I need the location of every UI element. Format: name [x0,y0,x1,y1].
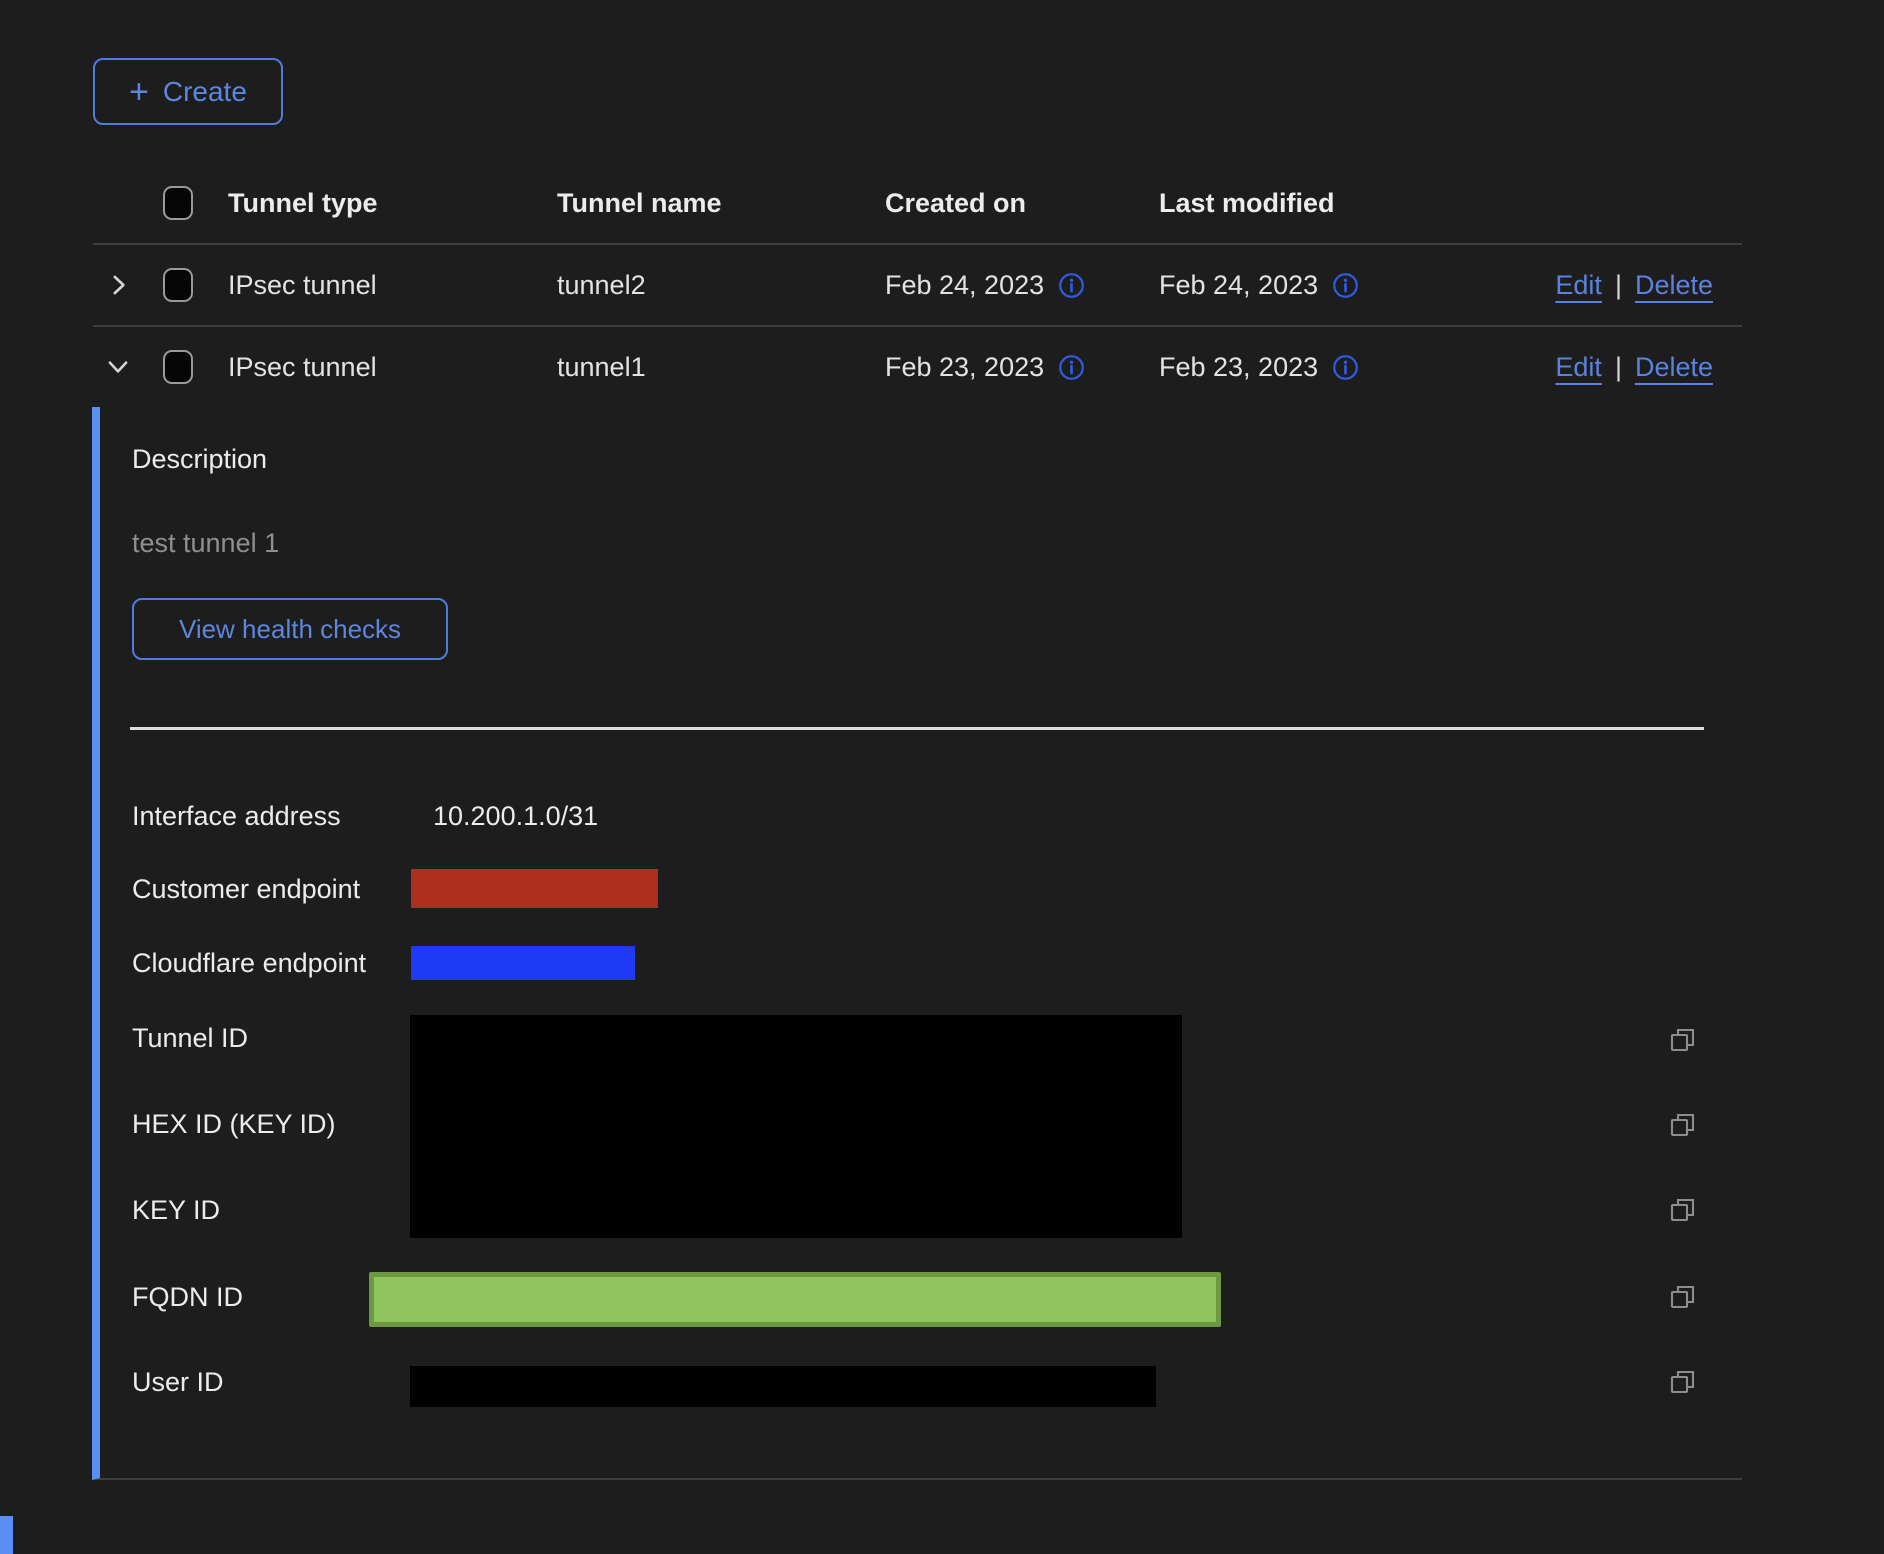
tunnel-type-cell: IPsec tunnel [228,270,557,301]
customer-endpoint-redacted-value [411,869,658,908]
cloudflare-endpoint-redacted-value [411,946,635,980]
select-all-checkbox[interactable] [163,186,193,220]
ids-redacted-value-block [410,1015,1182,1238]
header-last-modified: Last modified [1159,188,1459,219]
create-button-label: Create [163,76,247,108]
tunnel-details-panel: Description test tunnel 1 View health ch… [92,407,1742,1480]
customer-endpoint-label: Customer endpoint [132,873,360,905]
user-id-redacted-value [410,1366,1156,1407]
interface-address-label: Interface address [132,800,341,832]
action-separator: | [1615,270,1622,301]
chevron-down-icon[interactable] [105,354,131,380]
user-id-label: User ID [132,1366,224,1398]
tunnels-table: Tunnel type Tunnel name Created on Last … [93,163,1742,407]
table-header-row: Tunnel type Tunnel name Created on Last … [93,163,1742,245]
action-separator: | [1615,352,1622,383]
chevron-right-icon[interactable] [105,272,131,298]
tunnel-name-cell: tunnel2 [557,270,885,301]
description-label: Description [132,443,267,475]
hex-id-label: HEX ID (KEY ID) [132,1108,336,1140]
edit-link[interactable]: Edit [1555,270,1602,301]
header-tunnel-name: Tunnel name [557,188,885,219]
fqdn-id-label: FQDN ID [132,1281,243,1313]
copy-tunnel-id-icon[interactable] [1668,1026,1698,1056]
tunnel-type-cell: IPsec tunnel [228,352,557,383]
last-modified-value: Feb 23, 2023 [1159,352,1318,383]
table-row-tunnel1: IPsec tunnel tunnel1 Feb 23, 2023 Feb 23… [93,327,1742,407]
info-icon[interactable] [1332,354,1359,381]
header-created-on: Created on [885,188,1159,219]
info-icon[interactable] [1058,354,1085,381]
delete-link[interactable]: Delete [1635,352,1713,383]
interface-address-value: 10.200.1.0/31 [433,800,598,832]
copy-user-id-icon[interactable] [1668,1368,1698,1398]
row-checkbox[interactable] [163,268,193,302]
copy-key-id-icon[interactable] [1668,1196,1698,1226]
last-modified-value: Feb 24, 2023 [1159,270,1318,301]
delete-link[interactable]: Delete [1635,270,1713,301]
info-icon[interactable] [1332,272,1359,299]
create-button[interactable]: + Create [93,58,283,125]
section-divider [130,727,1704,730]
cloudflare-endpoint-label: Cloudflare endpoint [132,947,366,979]
header-tunnel-type: Tunnel type [228,188,557,219]
bottom-left-accent [0,1516,13,1554]
copy-fqdn-id-icon[interactable] [1668,1283,1698,1313]
key-id-label: KEY ID [132,1194,220,1226]
row-checkbox[interactable] [163,350,193,384]
copy-hex-id-icon[interactable] [1668,1111,1698,1141]
plus-icon: + [129,75,149,109]
info-icon[interactable] [1058,272,1085,299]
view-health-checks-button[interactable]: View health checks [132,598,448,660]
fqdn-id-redacted-value [369,1272,1221,1327]
tunnel-name-cell: tunnel1 [557,352,885,383]
tunnel-id-label: Tunnel ID [132,1022,248,1054]
created-on-value: Feb 23, 2023 [885,352,1044,383]
table-row-tunnel2: IPsec tunnel tunnel2 Feb 24, 2023 Feb 24… [93,245,1742,327]
description-value: test tunnel 1 [132,527,279,559]
edit-link[interactable]: Edit [1555,352,1602,383]
created-on-value: Feb 24, 2023 [885,270,1044,301]
